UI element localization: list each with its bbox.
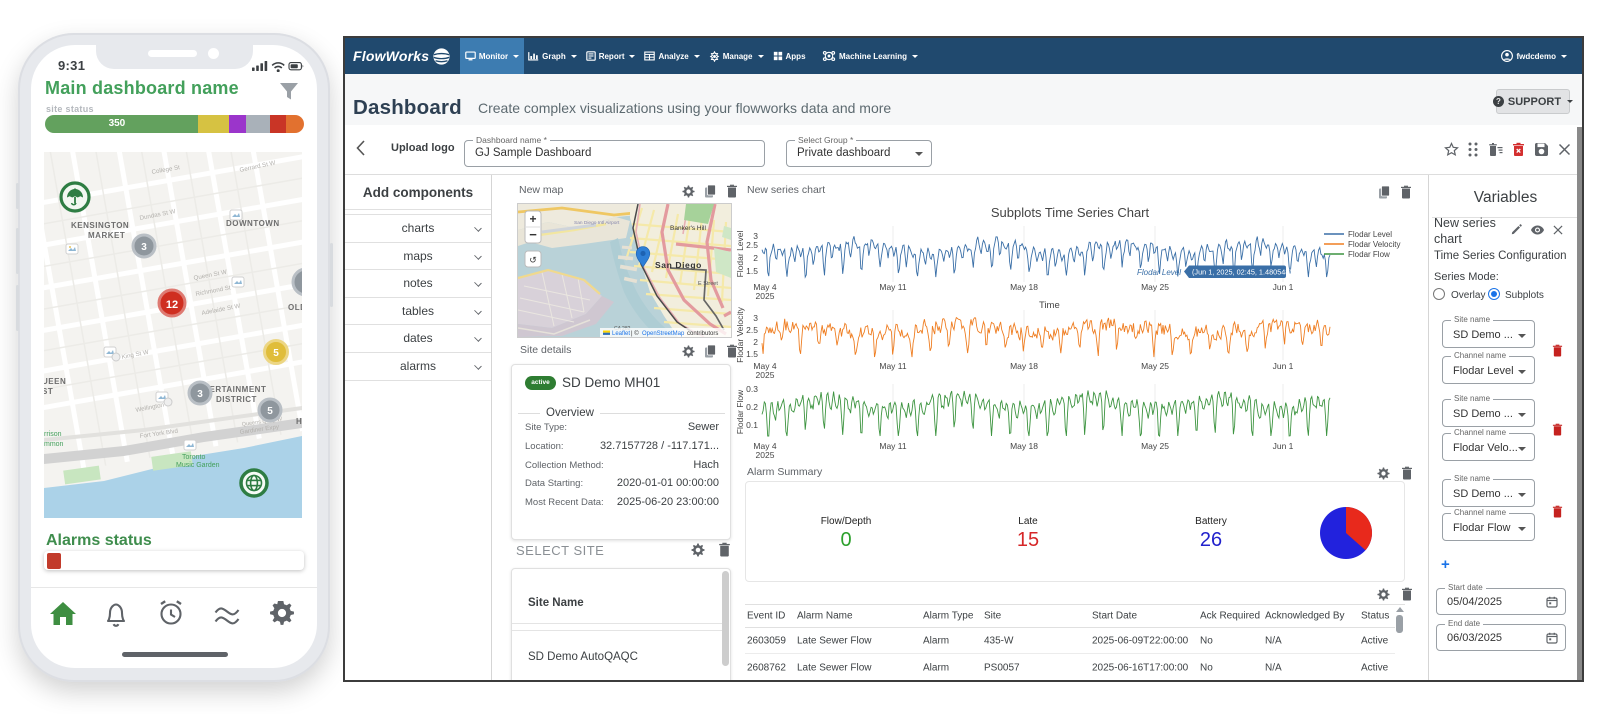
svg-text:Flodar Level: Flodar Level (1137, 268, 1181, 277)
svg-text:2: 2 (753, 337, 758, 347)
svg-text:3: 3 (753, 313, 758, 323)
svg-text:2025: 2025 (756, 450, 775, 460)
svg-text:2025: 2025 (756, 370, 775, 380)
svg-text:mmon: mmon (44, 441, 64, 448)
svg-text:San Diego Intl Airport: San Diego Intl Airport (574, 220, 620, 226)
svg-text:↺: ↺ (529, 255, 537, 265)
svg-text:OLD: OLD (288, 303, 302, 312)
svg-text:Flodar Velocity: Flodar Velocity (1348, 240, 1400, 249)
svg-text:2025: 2025 (756, 291, 775, 301)
svg-text:Banker's Hill: Banker's Hill (670, 225, 706, 232)
svg-text:May 18: May 18 (1010, 282, 1038, 292)
svg-text:1.5: 1.5 (746, 266, 758, 276)
svg-text:5: 5 (273, 348, 279, 359)
svg-text:OpenStreetMap: OpenStreetMap (642, 331, 685, 337)
svg-text:1.5: 1.5 (746, 349, 758, 359)
svg-text:Flodar Flow: Flodar Flow (1348, 250, 1390, 259)
svg-text:3: 3 (141, 242, 147, 253)
svg-text:0.1: 0.1 (746, 420, 758, 430)
svg-text:2.5: 2.5 (746, 325, 758, 335)
svg-text:(Jun 1, 2025, 02:45, 1.480548): (Jun 1, 2025, 02:45, 1.480548) (1192, 268, 1292, 277)
svg-text:| ©: | © (631, 330, 639, 337)
svg-text:+: + (529, 212, 536, 226)
svg-text:Jun 1: Jun 1 (1273, 361, 1294, 371)
svg-text:Jun 1: Jun 1 (1273, 441, 1294, 451)
svg-text:San Diego: San Diego (655, 260, 702, 270)
svg-text:Subplots Time Series Chart: Subplots Time Series Chart (991, 205, 1150, 220)
svg-text:Time: Time (1039, 300, 1060, 311)
svg-text:Toronto: Toronto (182, 454, 205, 461)
svg-text:E Street: E Street (698, 281, 718, 287)
svg-text:DISTRICT: DISTRICT (216, 395, 257, 404)
svg-text:Music Garden: Music Garden (176, 462, 220, 469)
svg-text:2.5: 2.5 (746, 240, 758, 250)
svg-text:12: 12 (166, 299, 178, 311)
svg-text:May 11: May 11 (879, 361, 907, 371)
svg-text:May 25: May 25 (1141, 282, 1169, 292)
svg-text:MARKET: MARKET (88, 231, 125, 240)
svg-text:ST: ST (44, 387, 53, 396)
svg-text:May 11: May 11 (879, 441, 907, 451)
svg-text:May 25: May 25 (1141, 361, 1169, 371)
svg-text:3: 3 (197, 389, 203, 400)
svg-text:rrison: rrison (44, 431, 62, 438)
svg-text:Flodar Velocity: Flodar Velocity (735, 306, 745, 362)
svg-text:Flodar Level: Flodar Level (1348, 230, 1392, 239)
svg-text:0.2: 0.2 (746, 402, 758, 412)
svg-text:KENSINGTON: KENSINGTON (71, 221, 129, 230)
svg-text:Flodar Level: Flodar Level (735, 231, 745, 278)
svg-text:Flodar Flow: Flodar Flow (735, 389, 745, 434)
svg-text:May 18: May 18 (1010, 441, 1038, 451)
svg-text:5: 5 (267, 406, 273, 417)
svg-text:−: − (529, 227, 537, 242)
svg-text:HA: HA (296, 417, 302, 426)
svg-text:UEEN: UEEN (44, 377, 66, 386)
svg-text:May 11: May 11 (879, 282, 907, 292)
svg-text:Jun 1: Jun 1 (1273, 282, 1294, 292)
svg-text:May 18: May 18 (1010, 361, 1038, 371)
svg-text:contributors: contributors (687, 331, 718, 337)
svg-text:0.3: 0.3 (746, 384, 758, 394)
svg-text:2: 2 (753, 253, 758, 263)
svg-text:May 25: May 25 (1141, 441, 1169, 451)
svg-text:Leaflet: Leaflet (612, 331, 630, 337)
